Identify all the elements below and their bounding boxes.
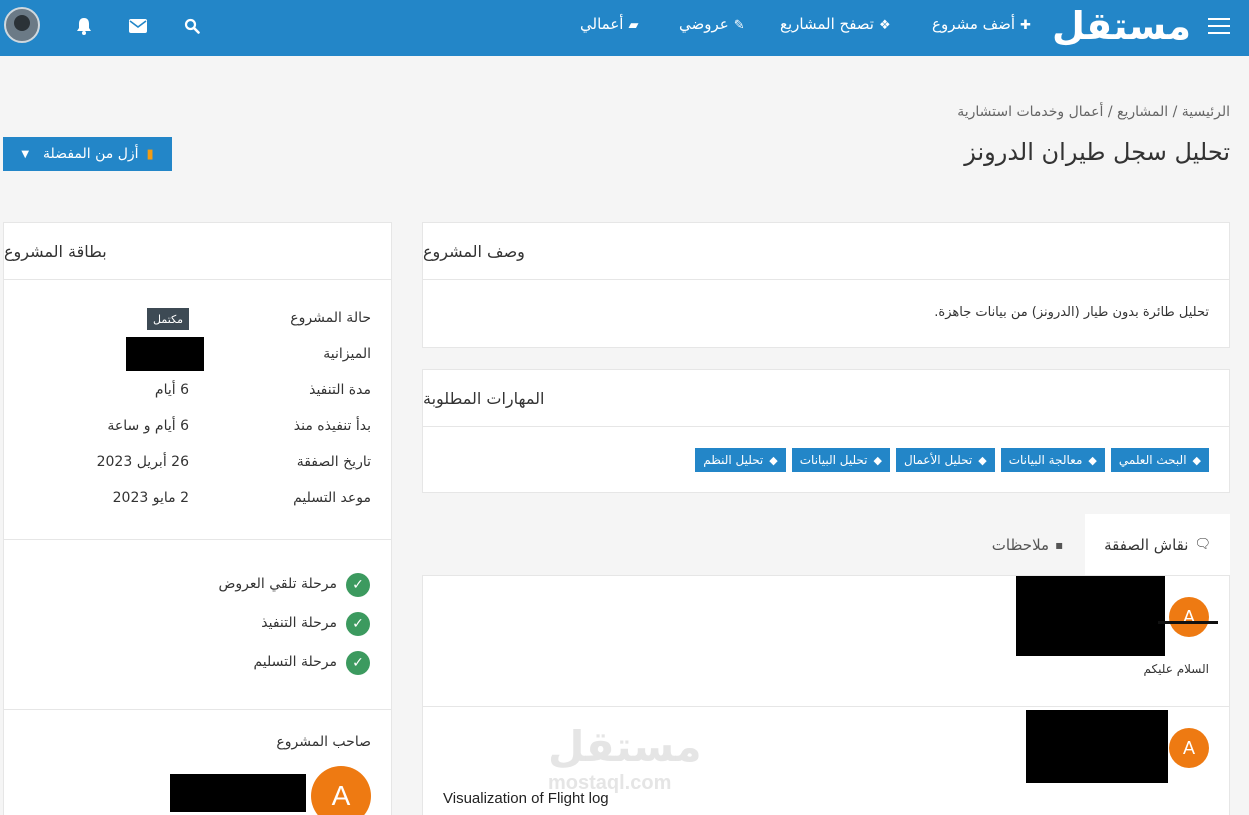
breadcrumb: الرئيسية / المشاريع / أعمال وخدمات استشا… xyxy=(957,104,1230,120)
breadcrumb-projects[interactable]: المشاريع xyxy=(1117,104,1168,120)
tag-icon: ◆ xyxy=(978,453,987,467)
skill-tag[interactable]: ◆ تحليل البيانات xyxy=(791,448,890,472)
owner-avatar[interactable]: A xyxy=(311,766,371,815)
skill-label: البحث العلمي xyxy=(1118,453,1187,467)
message-avatar[interactable]: A xyxy=(1169,597,1209,637)
stage-delivery: مرحلة التسليم xyxy=(253,654,337,670)
discussion-panel: A السلام عليكم A Visualization of Flight… xyxy=(422,575,1230,815)
redacted-budget xyxy=(126,337,204,371)
bell-icon[interactable] xyxy=(72,14,96,38)
tab-label: نقاش الصفقة xyxy=(1104,535,1189,554)
check-icon: ✓ xyxy=(346,573,370,597)
deal-date-label: تاريخ الصفقة xyxy=(296,454,371,470)
budget-label: الميزانية xyxy=(323,346,371,362)
skill-label: تحليل الأعمال xyxy=(903,453,973,467)
scribble-mark xyxy=(1158,621,1218,624)
skill-label: تحليل النظم xyxy=(703,453,764,467)
page-title: تحليل سجل طيران الدرونز xyxy=(964,138,1230,166)
breadcrumb-separator: / xyxy=(1172,104,1178,120)
note-icon: ▪ xyxy=(1055,537,1064,552)
skills-heading: المهارات المطلوبة xyxy=(423,388,545,408)
duration-label: مدة التنفيذ xyxy=(309,382,371,398)
redacted-username xyxy=(1016,576,1165,656)
tab-discussion[interactable]: 🗨 نقاش الصفقة xyxy=(1085,514,1230,575)
project-card: بطاقة المشروع حالة المشروع الميزانية مدة… xyxy=(3,222,392,815)
panel-heading: المهارات المطلوبة xyxy=(423,370,1229,427)
search-icon[interactable] xyxy=(180,14,204,38)
message-text: السلام عليكم xyxy=(1143,662,1209,676)
tab-label: ملاحظات xyxy=(991,535,1050,554)
status-label: حالة المشروع xyxy=(290,310,371,326)
check-icon: ✓ xyxy=(346,651,370,675)
duration-value: 6 أيام xyxy=(154,382,189,398)
divider xyxy=(423,706,1229,707)
bookmark-icon: ▮ xyxy=(146,146,154,162)
watermark-text: mostaql.com xyxy=(548,772,672,794)
status-badge: مكتمل xyxy=(147,308,189,330)
nav-my-works[interactable]: ▰ أعمالي xyxy=(580,15,638,33)
plus-icon: ✚ xyxy=(1020,18,1031,33)
site-logo[interactable]: مستقل xyxy=(1052,4,1191,48)
divider xyxy=(4,539,391,540)
nav-add-project[interactable]: ✚ أضف مشروع xyxy=(932,15,1031,33)
message-avatar[interactable]: A xyxy=(1169,728,1209,768)
delivery-date-label: موعد التسليم xyxy=(293,490,371,506)
breadcrumb-separator: / xyxy=(1107,104,1113,120)
stage-offers: مرحلة تلقي العروض xyxy=(218,576,337,592)
panel-heading: بطاقة المشروع xyxy=(4,223,391,280)
breadcrumb-category[interactable]: أعمال وخدمات استشارية xyxy=(957,104,1103,120)
skill-tag[interactable]: ◆ تحليل النظم xyxy=(695,448,786,472)
cubes-icon: ❖ xyxy=(878,18,891,33)
description-heading: وصف المشروع xyxy=(423,241,525,261)
favorite-button-label: أزل من المفضلة xyxy=(43,146,139,162)
nav-label: تصفح المشاريع xyxy=(780,15,874,33)
comments-icon: 🗨 xyxy=(1194,537,1211,552)
skill-label: معالجة البيانات xyxy=(1008,453,1083,467)
watermark-logo: مستقل xyxy=(548,722,702,771)
tag-icon: ◆ xyxy=(1192,453,1201,467)
skill-tag[interactable]: ◆ البحث العلمي xyxy=(1110,448,1209,472)
remove-favorite-button[interactable]: ▮ أزل من المفضلة ▼ xyxy=(3,137,172,171)
tag-icon: ◆ xyxy=(769,453,778,467)
nav-label: عروضي xyxy=(679,15,729,33)
delivery-date-value: 2 مايو 2023 xyxy=(112,490,189,506)
user-avatar[interactable] xyxy=(4,7,40,43)
owner-heading: صاحب المشروع xyxy=(276,734,371,750)
description-text: تحليل طائرة بدون طيار (الدرونز) من بيانا… xyxy=(934,305,1209,320)
ticket-icon: ✎ xyxy=(733,18,745,33)
description-panel: وصف المشروع تحليل طائرة بدون طيار (الدرو… xyxy=(422,222,1230,348)
skill-tag[interactable]: ◆ تحليل الأعمال xyxy=(895,448,995,472)
nav-label: أضف مشروع xyxy=(932,15,1016,33)
envelope-icon[interactable] xyxy=(126,14,150,38)
top-navbar: مستقل ✚ أضف مشروع ❖ تصفح المشاريع ✎ عروضي ▰… xyxy=(0,0,1249,56)
breadcrumb-home[interactable]: الرئيسية xyxy=(1182,104,1230,120)
skills-list: ◆ البحث العلمي ◆ معالجة البيانات ◆ تحليل ال… xyxy=(689,448,1209,472)
tag-icon: ◆ xyxy=(873,453,882,467)
skills-panel: المهارات المطلوبة ◆ البحث العلمي ◆ معالجة … xyxy=(422,369,1230,493)
skill-tag[interactable]: ◆ معالجة البيانات xyxy=(1000,448,1105,472)
nav-browse-projects[interactable]: ❖ تصفح المشاريع xyxy=(780,15,891,33)
tag-icon: ◆ xyxy=(1088,453,1097,467)
redacted-owner-name xyxy=(170,774,306,812)
nav-label: أعمالي xyxy=(580,15,624,33)
divider xyxy=(4,709,391,710)
redacted-username xyxy=(1026,710,1168,783)
stage-execution: مرحلة التنفيذ xyxy=(261,615,337,631)
check-icon: ✓ xyxy=(346,612,370,636)
briefcase-icon: ▰ xyxy=(628,18,639,33)
card-heading: بطاقة المشروع xyxy=(4,241,107,261)
tab-notes[interactable]: ▪ ملاحظات xyxy=(975,514,1080,575)
menu-icon[interactable] xyxy=(1208,18,1230,36)
started-value: 6 أيام و ساعة xyxy=(107,418,189,434)
nav-my-bids[interactable]: ✎ عروضي xyxy=(679,15,745,33)
caret-down-icon: ▼ xyxy=(21,148,30,160)
panel-heading: وصف المشروع xyxy=(423,223,1229,280)
started-label: بدأ تنفيذه منذ xyxy=(293,418,371,434)
skill-label: تحليل البيانات xyxy=(799,453,868,467)
deal-date-value: 26 أبريل 2023 xyxy=(96,454,189,470)
